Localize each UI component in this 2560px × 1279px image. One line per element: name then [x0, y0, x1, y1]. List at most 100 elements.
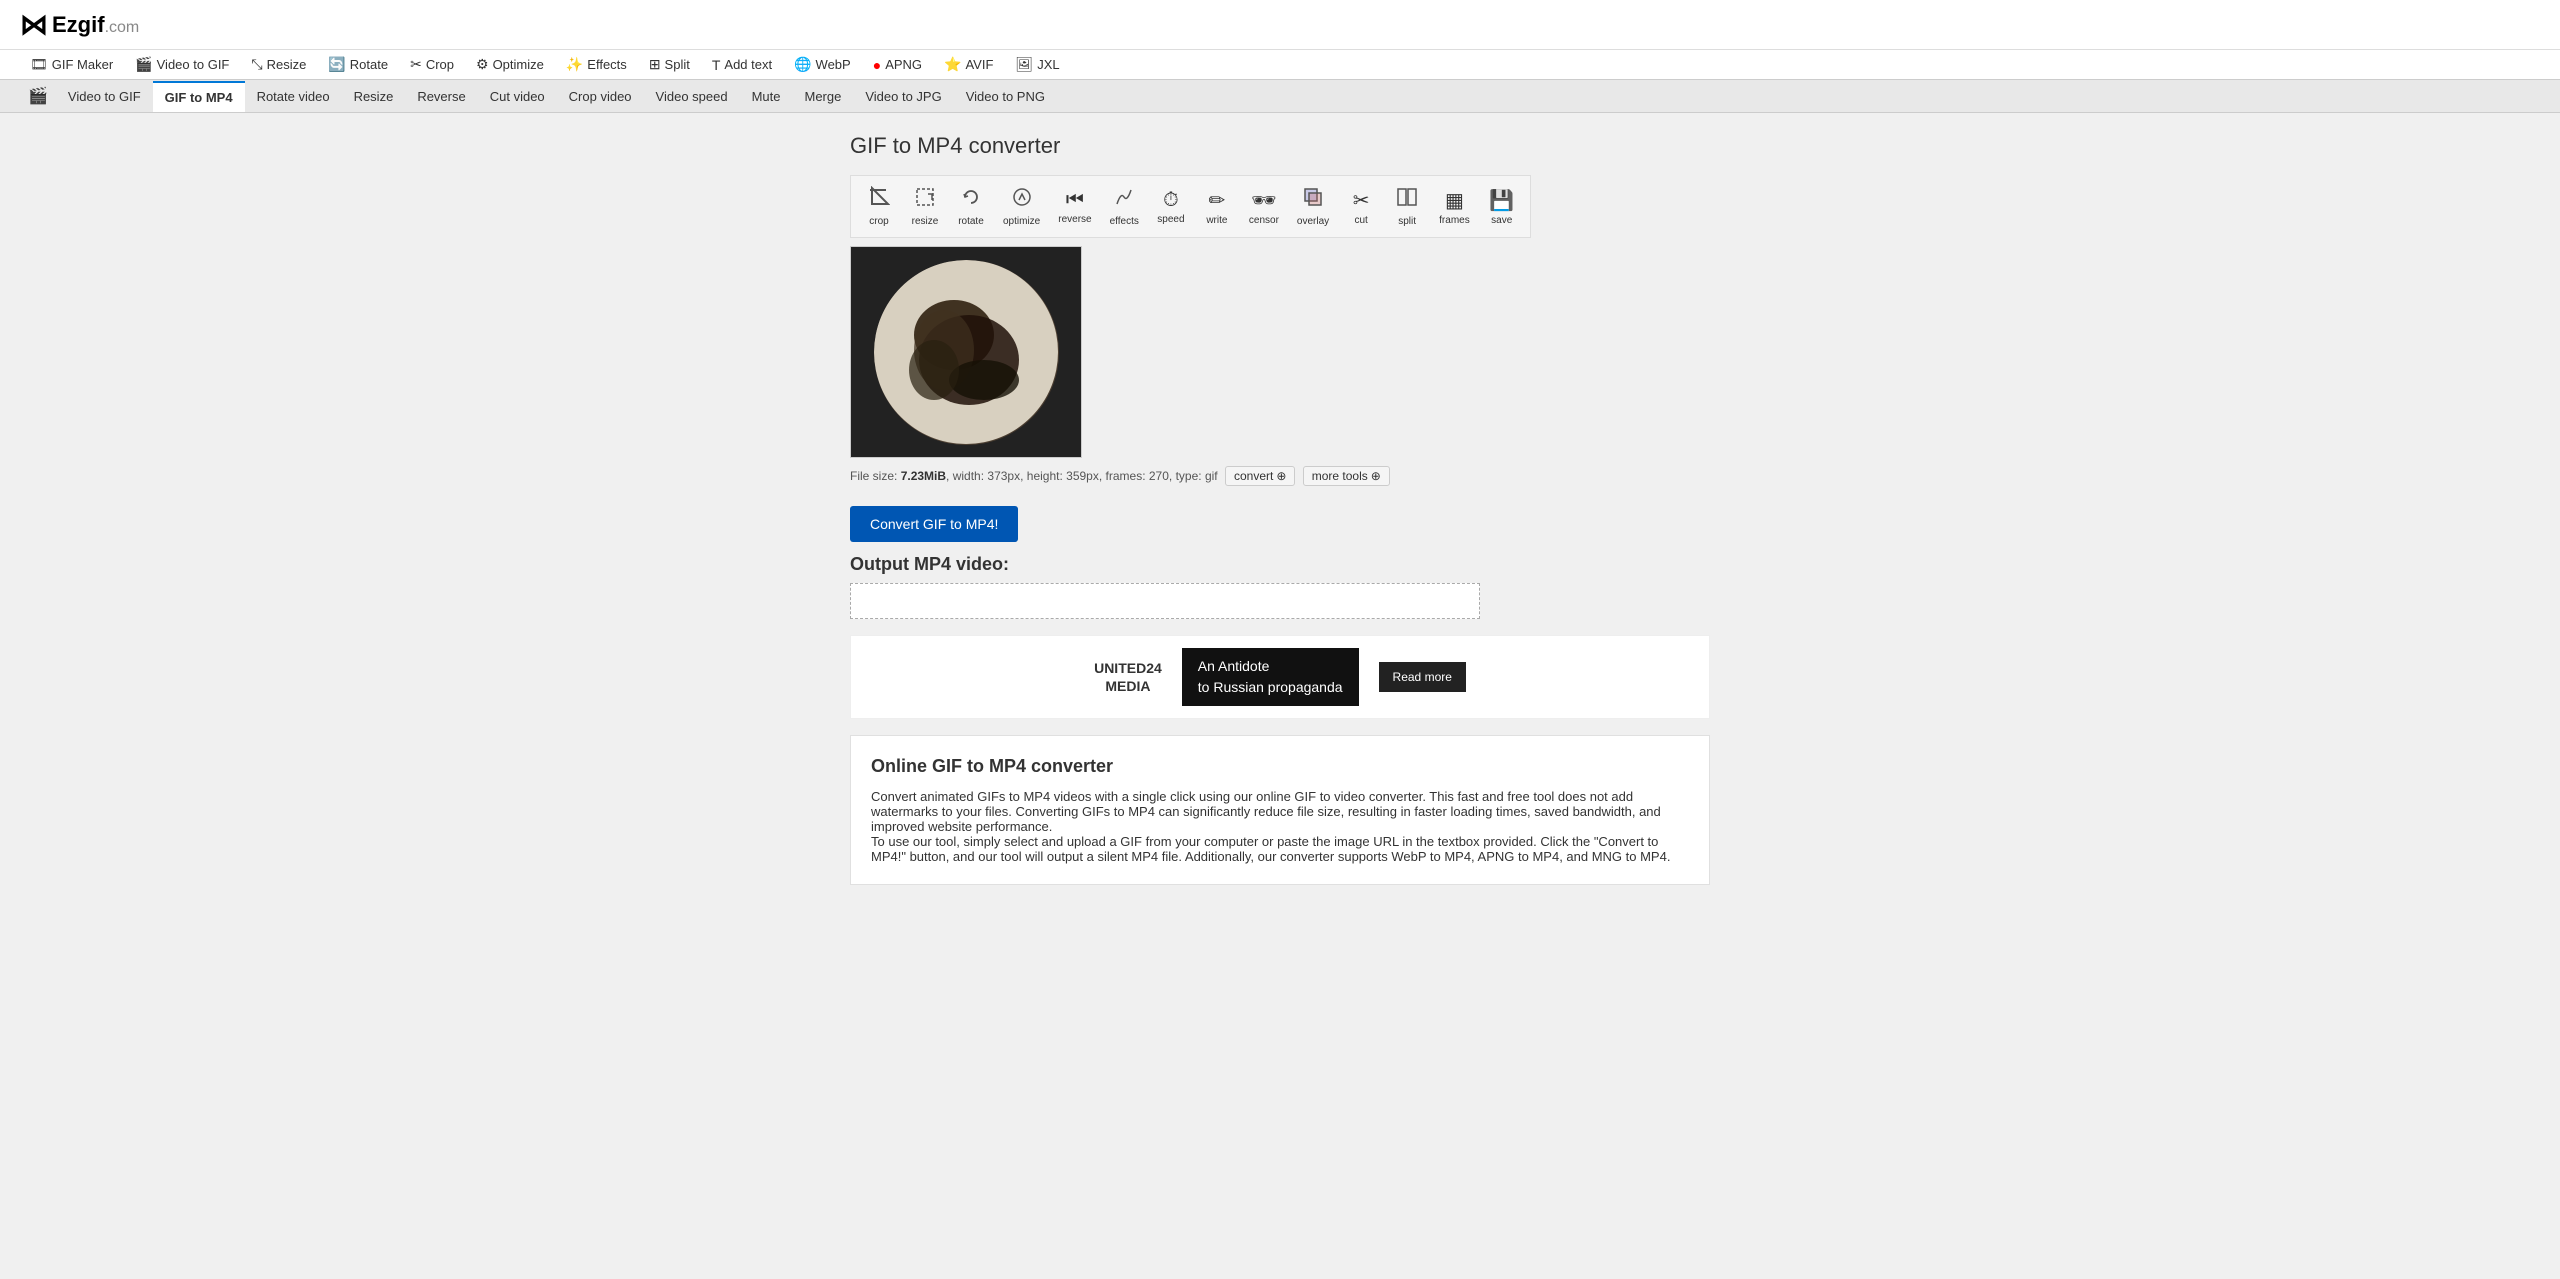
- gif-preview: [851, 247, 1081, 457]
- nav-effects[interactable]: ✨Effects: [556, 50, 637, 79]
- ad-text: An Antidote to Russian propaganda: [1182, 648, 1359, 706]
- description-paragraph-1: Convert animated GIFs to MP4 videos with…: [871, 789, 1689, 834]
- apng-nav-icon: ●: [873, 57, 881, 73]
- nav-split[interactable]: ⊞Split: [639, 50, 700, 79]
- main-nav: 🎞GIF Maker 🎬Video to GIF ⤡Resize 🔄Rotate…: [0, 50, 2560, 80]
- reverse-tool-icon: ⏮: [1066, 189, 1084, 212]
- file-width: 373px: [987, 469, 1020, 483]
- crop-tool-button[interactable]: crop: [857, 182, 901, 231]
- logo-icon: ⋈: [20, 8, 46, 41]
- file-frames: 270: [1149, 469, 1169, 483]
- optimize-tool-icon: [1011, 186, 1033, 214]
- logo[interactable]: ⋈ Ezgif.com: [20, 8, 139, 41]
- ad-logo: UNITED24 MEDIA: [1094, 659, 1162, 695]
- nav-optimize[interactable]: ⚙Optimize: [466, 50, 554, 79]
- resize-tool-button[interactable]: resize: [903, 182, 947, 231]
- rotate-tool-icon: [960, 186, 982, 214]
- sub-nav-merge[interactable]: Merge: [792, 82, 853, 111]
- page-title: GIF to MP4 converter: [850, 133, 1710, 159]
- sub-nav-video-to-png[interactable]: Video to PNG: [954, 82, 1057, 111]
- split-tool-button[interactable]: split: [1385, 182, 1429, 231]
- file-height: 359px: [1066, 469, 1099, 483]
- sub-nav-video-speed[interactable]: Video speed: [644, 82, 740, 111]
- output-label: Output MP4 video:: [850, 554, 1710, 575]
- frames-tool-button[interactable]: ▦ frames: [1431, 184, 1478, 230]
- write-tool-icon: ✏: [1209, 188, 1226, 213]
- nav-video-to-gif[interactable]: 🎬Video to GIF: [125, 50, 239, 79]
- sub-nav-video-to-gif[interactable]: Video to GIF: [56, 82, 153, 111]
- more-tools-button[interactable]: more tools ⊕: [1303, 466, 1390, 486]
- sub-nav-mute[interactable]: Mute: [740, 82, 793, 111]
- more-tools-icon: ⊕: [1371, 469, 1381, 483]
- nav-resize[interactable]: ⤡Resize: [241, 50, 316, 79]
- ad-banner: UNITED24 MEDIA An Antidote to Russian pr…: [850, 635, 1710, 719]
- description-paragraph-2: To use our tool, simply select and uploa…: [871, 834, 1689, 864]
- sub-nav-gif-to-mp4[interactable]: GIF to MP4: [153, 81, 245, 112]
- webp-nav-icon: 🌐: [794, 56, 811, 73]
- speed-tool-button[interactable]: ⏱ speed: [1149, 185, 1193, 229]
- write-tool-button[interactable]: ✏ write: [1195, 184, 1239, 230]
- description-title: Online GIF to MP4 converter: [871, 756, 1689, 777]
- gif-maker-icon: 🎞: [30, 56, 48, 73]
- optimize-tool-button[interactable]: optimize: [995, 182, 1048, 231]
- speed-tool-icon: ⏱: [1163, 189, 1179, 212]
- file-info: File size: 7.23MiB, width: 373px, height…: [850, 466, 1710, 486]
- jxl-nav-icon: 🖼: [1015, 56, 1033, 73]
- gif-preview-container: [850, 246, 1082, 458]
- sub-nav: 🎬 Video to GIF GIF to MP4 Rotate video R…: [0, 80, 2560, 113]
- gif-image: [874, 260, 1059, 445]
- resize-tool-icon: [914, 186, 936, 214]
- nav-crop[interactable]: ✂Crop: [400, 50, 464, 79]
- logo-text: Ezgif.com: [52, 12, 139, 38]
- toolbar: crop resize rotate optimize ⏮ reverse: [850, 175, 1531, 238]
- nav-add-text[interactable]: TAdd text: [702, 51, 782, 79]
- header: ⋈ Ezgif.com: [0, 0, 2560, 50]
- nav-webp[interactable]: 🌐WebP: [784, 50, 861, 79]
- add-text-nav-icon: T: [712, 57, 721, 73]
- nav-apng[interactable]: ●APNG: [863, 51, 932, 79]
- split-nav-icon: ⊞: [649, 56, 661, 73]
- output-video-box: [850, 583, 1480, 619]
- sub-nav-rotate-video[interactable]: Rotate video: [245, 82, 342, 111]
- cut-tool-icon: ✂: [1353, 188, 1370, 213]
- rotate-tool-button[interactable]: rotate: [949, 182, 993, 231]
- nav-gif-maker[interactable]: 🎞GIF Maker: [20, 50, 123, 79]
- crop-nav-icon: ✂: [410, 56, 422, 73]
- save-tool-icon: 💾: [1489, 188, 1514, 213]
- file-size: 7.23MiB: [901, 469, 946, 483]
- sub-nav-resize[interactable]: Resize: [342, 82, 406, 111]
- sub-nav-reverse[interactable]: Reverse: [405, 82, 477, 111]
- optimize-nav-icon: ⚙: [476, 56, 489, 73]
- save-tool-button[interactable]: 💾 save: [1480, 184, 1524, 230]
- sub-nav-video-icon: 🎬: [20, 80, 56, 112]
- nav-jxl[interactable]: 🖼JXL: [1005, 50, 1069, 79]
- split-tool-icon: [1396, 186, 1418, 214]
- convert-info-button[interactable]: convert ⊕: [1225, 466, 1295, 486]
- avif-nav-icon: ⭐: [944, 56, 961, 73]
- censor-tool-icon: 🕶: [1251, 188, 1276, 213]
- file-type: gif: [1205, 469, 1218, 483]
- frames-tool-icon: ▦: [1445, 188, 1464, 213]
- sub-nav-cut-video[interactable]: Cut video: [478, 82, 557, 111]
- ad-read-more-button[interactable]: Read more: [1379, 662, 1466, 692]
- main-content: GIF to MP4 converter crop resize rotate …: [830, 133, 1730, 885]
- rotate-nav-icon: 🔄: [328, 56, 345, 73]
- reverse-tool-button[interactable]: ⏮ reverse: [1050, 185, 1099, 229]
- convert-info-icon: ⊕: [1276, 469, 1286, 483]
- cut-tool-button[interactable]: ✂ cut: [1339, 184, 1383, 230]
- overlay-tool-button[interactable]: overlay: [1289, 182, 1337, 231]
- crop-tool-icon: [868, 186, 890, 214]
- nav-avif[interactable]: ⭐AVIF: [934, 50, 1003, 79]
- convert-gif-to-mp4-button[interactable]: Convert GIF to MP4!: [850, 506, 1018, 542]
- sub-nav-crop-video[interactable]: Crop video: [557, 82, 644, 111]
- nav-rotate[interactable]: 🔄Rotate: [318, 50, 398, 79]
- effects-tool-button[interactable]: effects: [1102, 182, 1147, 231]
- effects-tool-icon: [1113, 186, 1135, 214]
- sub-nav-video-to-jpg[interactable]: Video to JPG: [853, 82, 953, 111]
- overlay-tool-icon: [1302, 186, 1324, 214]
- description-section: Online GIF to MP4 converter Convert anim…: [850, 735, 1710, 885]
- censor-tool-button[interactable]: 🕶 censor: [1241, 184, 1287, 230]
- effects-nav-icon: ✨: [566, 56, 583, 73]
- video-to-gif-icon: 🎬: [135, 56, 152, 73]
- resize-nav-icon: ⤡: [251, 56, 262, 73]
